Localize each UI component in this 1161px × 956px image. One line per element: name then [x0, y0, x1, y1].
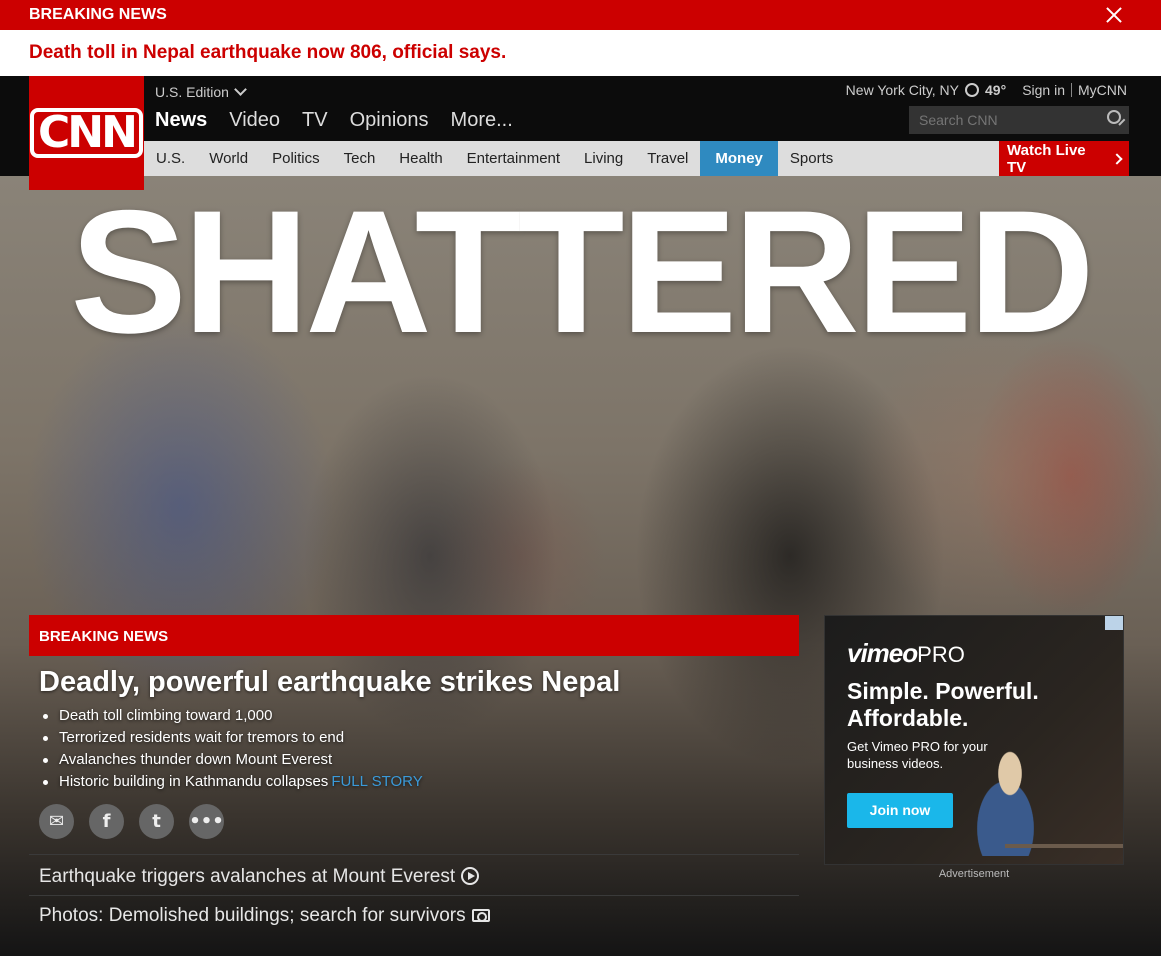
- more-icon[interactable]: •••: [189, 804, 224, 839]
- list-item[interactable]: Historic building in Kathmandu collapses…: [39, 771, 423, 793]
- search-box: [909, 106, 1129, 134]
- cnn-logo-text: CNN: [30, 108, 143, 158]
- sun-icon: [965, 83, 980, 97]
- hero-bullets: Death toll climbing toward 1,000 Terrori…: [39, 705, 423, 793]
- chevron-right-icon: [1111, 152, 1123, 165]
- cnn-homepage: BREAKING NEWS Death toll in Nepal earthq…: [0, 0, 1161, 956]
- breaking-news-label: BREAKING NEWS: [29, 6, 167, 23]
- section-money[interactable]: Money: [700, 141, 778, 176]
- section-sports[interactable]: Sports: [778, 141, 845, 176]
- list-item[interactable]: Terrorized residents wait for tremors to…: [39, 727, 423, 749]
- full-story-link[interactable]: FULL STORY: [331, 773, 422, 790]
- nav-tv[interactable]: TV: [302, 109, 328, 132]
- hero-big-word[interactable]: SHATTERED: [0, 185, 1161, 360]
- close-icon[interactable]: [1103, 4, 1125, 26]
- hero-photo-texture: [850, 326, 1150, 626]
- play-icon: [461, 867, 480, 885]
- share-buttons: ✉ f t •••: [39, 804, 224, 839]
- list-item-text: Historic building in Kathmandu collapses: [59, 773, 329, 790]
- watch-live-tv-label: Watch Live TV: [1007, 141, 1086, 176]
- related-link-everest[interactable]: Earthquake triggers avalanches at Mount …: [29, 854, 799, 895]
- related-link-text: Earthquake triggers avalanches at Mount …: [39, 866, 456, 887]
- hero-breaking-label: BREAKING NEWS: [29, 615, 799, 656]
- mycnn-link[interactable]: MyCNN: [1078, 82, 1127, 98]
- divider: [1071, 83, 1072, 97]
- facebook-icon[interactable]: f: [89, 804, 124, 839]
- nav-opinions[interactable]: Opinions: [350, 109, 429, 132]
- camera-icon: [471, 909, 490, 922]
- section-nav: U.S. World Politics Tech Health Entertai…: [144, 141, 1129, 176]
- section-travel[interactable]: Travel: [635, 141, 700, 176]
- join-now-button[interactable]: Join now: [847, 793, 953, 828]
- twitter-icon[interactable]: t: [139, 804, 174, 839]
- breaking-news-headline-bar: Death toll in Nepal earthquake now 806, …: [0, 30, 1161, 76]
- weather-temperature: 49°: [985, 82, 1007, 98]
- section-entertainment[interactable]: Entertainment: [455, 141, 572, 176]
- adchoices-icon[interactable]: [1105, 616, 1123, 630]
- nav-video[interactable]: Video: [229, 109, 280, 132]
- ad-desk: [1005, 844, 1123, 848]
- email-icon[interactable]: ✉: [39, 804, 74, 839]
- section-politics[interactable]: Politics: [260, 141, 332, 176]
- weather-location[interactable]: New York City, NY: [846, 82, 959, 98]
- breaking-news-headline[interactable]: Death toll in Nepal earthquake now 806, …: [29, 42, 506, 64]
- nav-more[interactable]: More...: [451, 109, 513, 132]
- list-item[interactable]: Death toll climbing toward 1,000: [39, 705, 423, 727]
- nav-news[interactable]: News: [155, 109, 207, 132]
- cnn-logo[interactable]: CNN: [29, 76, 144, 190]
- list-item[interactable]: Avalanches thunder down Mount Everest: [39, 749, 423, 771]
- hero-story-title[interactable]: Deadly, powerful earthquake strikes Nepa…: [39, 666, 620, 699]
- edition-selector[interactable]: U.S. Edition: [155, 83, 247, 100]
- watch-live-tv-button[interactable]: Watch Live TV: [999, 141, 1129, 176]
- section-world[interactable]: World: [197, 141, 260, 176]
- chevron-down-icon: [234, 83, 247, 96]
- header-utility: New York City, NY 49° Sign in MyCNN: [846, 82, 1127, 98]
- section-tech[interactable]: Tech: [332, 141, 388, 176]
- vimeo-brand: vimeo: [847, 638, 918, 668]
- ad-headline: Simple. Powerful. Affordable.: [847, 678, 1039, 731]
- vimeo-pro-logo: vimeoPRO: [847, 638, 965, 669]
- related-link-photos[interactable]: Photos: Demolished buildings; search for…: [29, 895, 799, 936]
- section-us[interactable]: U.S.: [144, 141, 197, 176]
- sign-in-link[interactable]: Sign in: [1022, 82, 1065, 98]
- main-nav: News Video TV Opinions More...: [155, 109, 513, 132]
- section-health[interactable]: Health: [387, 141, 454, 176]
- ad-illustration: [965, 746, 1055, 856]
- search-input[interactable]: [909, 106, 1094, 134]
- search-icon[interactable]: [1107, 110, 1121, 124]
- vimeo-pro-suffix: PRO: [917, 642, 965, 667]
- related-link-text: Photos: Demolished buildings; search for…: [39, 905, 466, 926]
- edition-label: U.S. Edition: [155, 84, 229, 100]
- advertisement[interactable]: vimeoPRO Simple. Powerful. Affordable. G…: [824, 615, 1124, 865]
- advertisement-label: Advertisement: [938, 868, 1010, 880]
- breaking-news-bar: BREAKING NEWS: [0, 0, 1161, 30]
- section-living[interactable]: Living: [572, 141, 635, 176]
